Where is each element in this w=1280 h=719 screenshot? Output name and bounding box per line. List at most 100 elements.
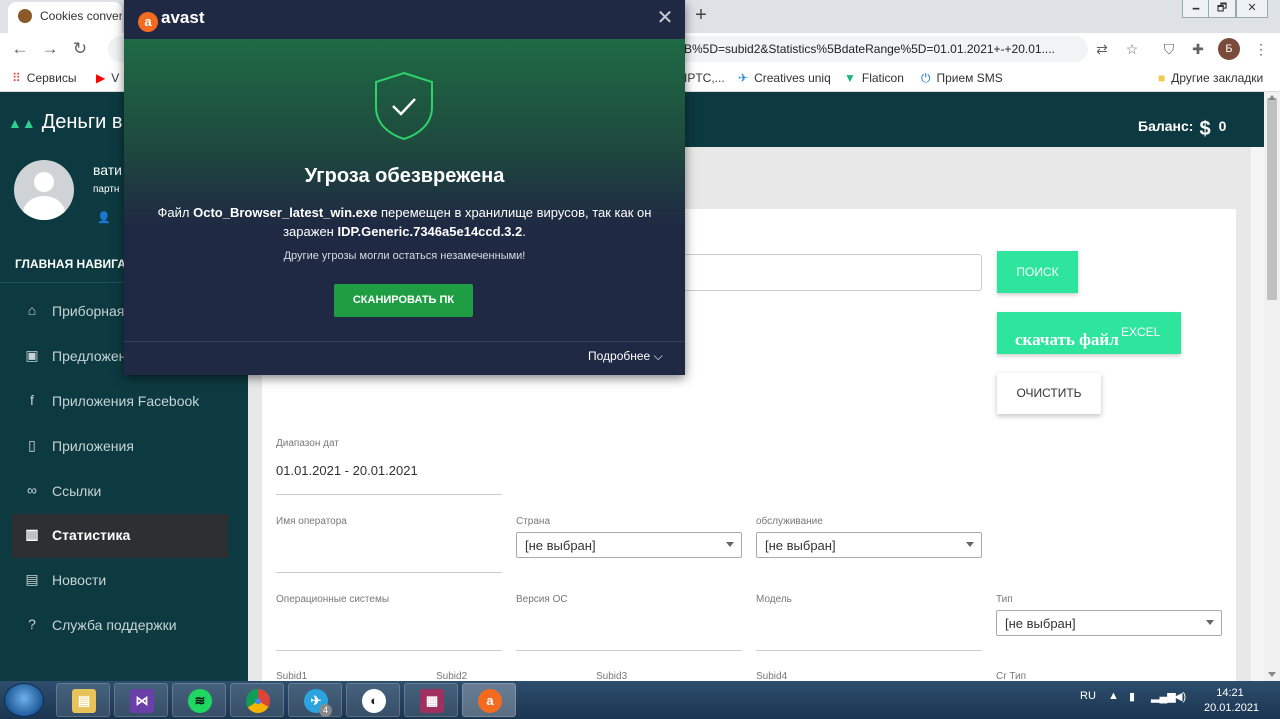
- chevron-down-icon: [966, 542, 974, 547]
- chevron-down-icon: [1206, 620, 1214, 625]
- power-icon: ⏻: [921, 71, 931, 85]
- news-icon: ▤: [25, 571, 39, 587]
- volume-icon[interactable]: ◀): [1174, 690, 1186, 703]
- close-window-button[interactable]: ✕: [1236, 0, 1268, 18]
- cookie-favicon-icon: [18, 9, 32, 23]
- taskbar-winrar[interactable]: ▦: [404, 683, 458, 717]
- taskbar-telegram[interactable]: ✈ 4: [288, 683, 342, 717]
- reload-icon[interactable]: ↻: [68, 38, 92, 60]
- os-version-label: Версия ОС: [516, 594, 568, 605]
- menu-dots-icon[interactable]: ⋮: [1252, 41, 1270, 59]
- tray-expand-icon[interactable]: ▲: [1108, 690, 1119, 702]
- new-tab-button[interactable]: +: [690, 5, 712, 27]
- scroll-down-icon[interactable]: [1268, 672, 1276, 677]
- search-button[interactable]: ПОИСК: [997, 251, 1078, 293]
- bookmark-other[interactable]: ■ Другие закладки: [1158, 71, 1263, 85]
- profile-avatar[interactable]: Б: [1218, 38, 1240, 60]
- shield-check-icon: [375, 71, 433, 141]
- translate-icon[interactable]: ⇄: [1093, 41, 1111, 59]
- model-field[interactable]: [756, 650, 982, 651]
- bookmark-youtube[interactable]: ▶ V: [96, 71, 119, 85]
- sidebar-item-support[interactable]: ? Служба поддержки: [12, 604, 228, 648]
- infected-file-name: Octo_Browser_latest_win.exe: [193, 205, 378, 220]
- bookmark-iptc[interactable]: IPTC,...: [684, 71, 725, 85]
- avast-header: [124, 0, 685, 39]
- taskbar-avast[interactable]: a: [462, 683, 516, 717]
- sidebar-item-facebook-apps[interactable]: f Приложения Facebook: [12, 380, 228, 424]
- threat-name: IDP.Generic.7346a5e14ccd.3.2: [337, 224, 523, 239]
- sidebar-item-apps[interactable]: ▯ Приложения: [12, 425, 228, 469]
- date-range-field[interactable]: 01.01.2021 - 20.01.2021: [276, 463, 418, 478]
- bookmark-creatives[interactable]: ✈ Creatives uniq: [738, 71, 831, 85]
- sidebar-item-news[interactable]: ▤ Новости: [12, 559, 228, 603]
- brand-logo[interactable]: ▲▲ Деньги в: [8, 111, 123, 134]
- spotify-icon: ≋: [188, 689, 212, 713]
- chart-icon: ▥: [25, 526, 39, 542]
- avast-title: Угроза обезврежена: [304, 165, 505, 187]
- browser-tab[interactable]: Cookies converte: [8, 2, 122, 33]
- logo-icon: ▲▲: [8, 115, 36, 131]
- date-range-label: Диапазон дат: [276, 438, 339, 449]
- dollar-icon: $: [1199, 118, 1211, 140]
- signal-icon[interactable]: ▂▄▆: [1151, 690, 1176, 703]
- shield-extension-icon[interactable]: ⛉: [1160, 41, 1178, 59]
- apps-icon: ⠿: [12, 71, 21, 85]
- taskbar-explorer[interactable]: ▤: [56, 683, 110, 717]
- folder-icon: ▤: [72, 689, 96, 713]
- language-indicator[interactable]: RU: [1080, 690, 1096, 702]
- avast-logo-icon: a: [138, 12, 158, 32]
- taskbar-octo[interactable]: ◐: [346, 683, 400, 717]
- service-select[interactable]: [не выбран]: [756, 532, 982, 558]
- avast-logo: a avast: [138, 8, 204, 32]
- telegram-badge: 4: [319, 704, 332, 717]
- type-label: Тип: [996, 594, 1013, 605]
- user-role: партн: [93, 184, 120, 195]
- search-input[interactable]: [682, 254, 982, 291]
- help-icon: ?: [28, 616, 36, 632]
- type-select[interactable]: [не выбран]: [996, 610, 1222, 636]
- home-icon: ⌂: [27, 302, 37, 318]
- more-details-link[interactable]: Подробнее ⌵: [588, 349, 663, 364]
- extensions-puzzle-icon[interactable]: ✚: [1189, 41, 1207, 59]
- link-icon: ∞: [27, 482, 37, 498]
- octo-browser-icon: ◐: [362, 689, 386, 713]
- os-version-field[interactable]: [516, 650, 742, 651]
- user-profile-icon[interactable]: 👤: [97, 211, 111, 224]
- clear-button[interactable]: ОЧИСТИТЬ: [997, 373, 1101, 414]
- download-excel-button[interactable]: скачать файл EXCEL: [997, 312, 1181, 354]
- scrollbar-thumb[interactable]: [1267, 98, 1277, 300]
- bookmark-services[interactable]: ⠿ Сервисы: [12, 71, 77, 85]
- back-arrow-icon[interactable]: ←: [8, 38, 32, 60]
- maximize-button[interactable]: 🗗: [1208, 0, 1236, 18]
- country-select[interactable]: [не выбран]: [516, 532, 742, 558]
- avast-divider: [124, 341, 685, 342]
- visual-studio-icon: ⋈: [130, 689, 154, 713]
- bookmark-flaticon[interactable]: ▼ Flaticon: [844, 71, 904, 85]
- avast-message: Файл Octo_Browser_latest_win.exe перемещ…: [157, 205, 652, 239]
- scroll-up-icon[interactable]: [1268, 95, 1276, 100]
- creatives-icon: ✈: [738, 71, 749, 85]
- chevron-down-icon: [726, 542, 734, 547]
- sidebar-item-statistics[interactable]: ▥ Статистика: [12, 514, 228, 558]
- forward-arrow-icon[interactable]: →: [38, 38, 62, 60]
- nav-heading: ГЛАВНАЯ НАВИГА: [15, 257, 126, 271]
- scan-pc-button[interactable]: СКАНИРОВАТЬ ПК: [334, 284, 473, 317]
- tab-title: Cookies converte: [40, 9, 122, 23]
- close-icon[interactable]: ✕: [654, 7, 676, 29]
- operator-field[interactable]: [276, 572, 502, 573]
- usb-icon[interactable]: ▮: [1129, 690, 1135, 703]
- taskbar-spotify[interactable]: ≋: [172, 683, 226, 717]
- taskbar-visual-studio[interactable]: ⋈: [114, 683, 168, 717]
- country-label: Страна: [516, 516, 551, 527]
- os-field[interactable]: [276, 650, 502, 651]
- start-button[interactable]: [4, 683, 44, 717]
- clock[interactable]: 14:21 20.01.2021: [1204, 686, 1259, 716]
- operator-label: Имя оператора: [276, 516, 347, 527]
- balance: Баланс: $0: [1138, 118, 1227, 140]
- taskbar-chrome[interactable]: ●: [230, 683, 284, 717]
- bookmark-sms[interactable]: ⏻ Прием SMS: [921, 71, 1003, 86]
- avast-icon: a: [478, 689, 502, 713]
- minimize-button[interactable]: 🗕: [1182, 0, 1210, 18]
- sidebar-item-links[interactable]: ∞ Ссылки: [12, 470, 228, 514]
- star-icon[interactable]: ☆: [1123, 41, 1141, 59]
